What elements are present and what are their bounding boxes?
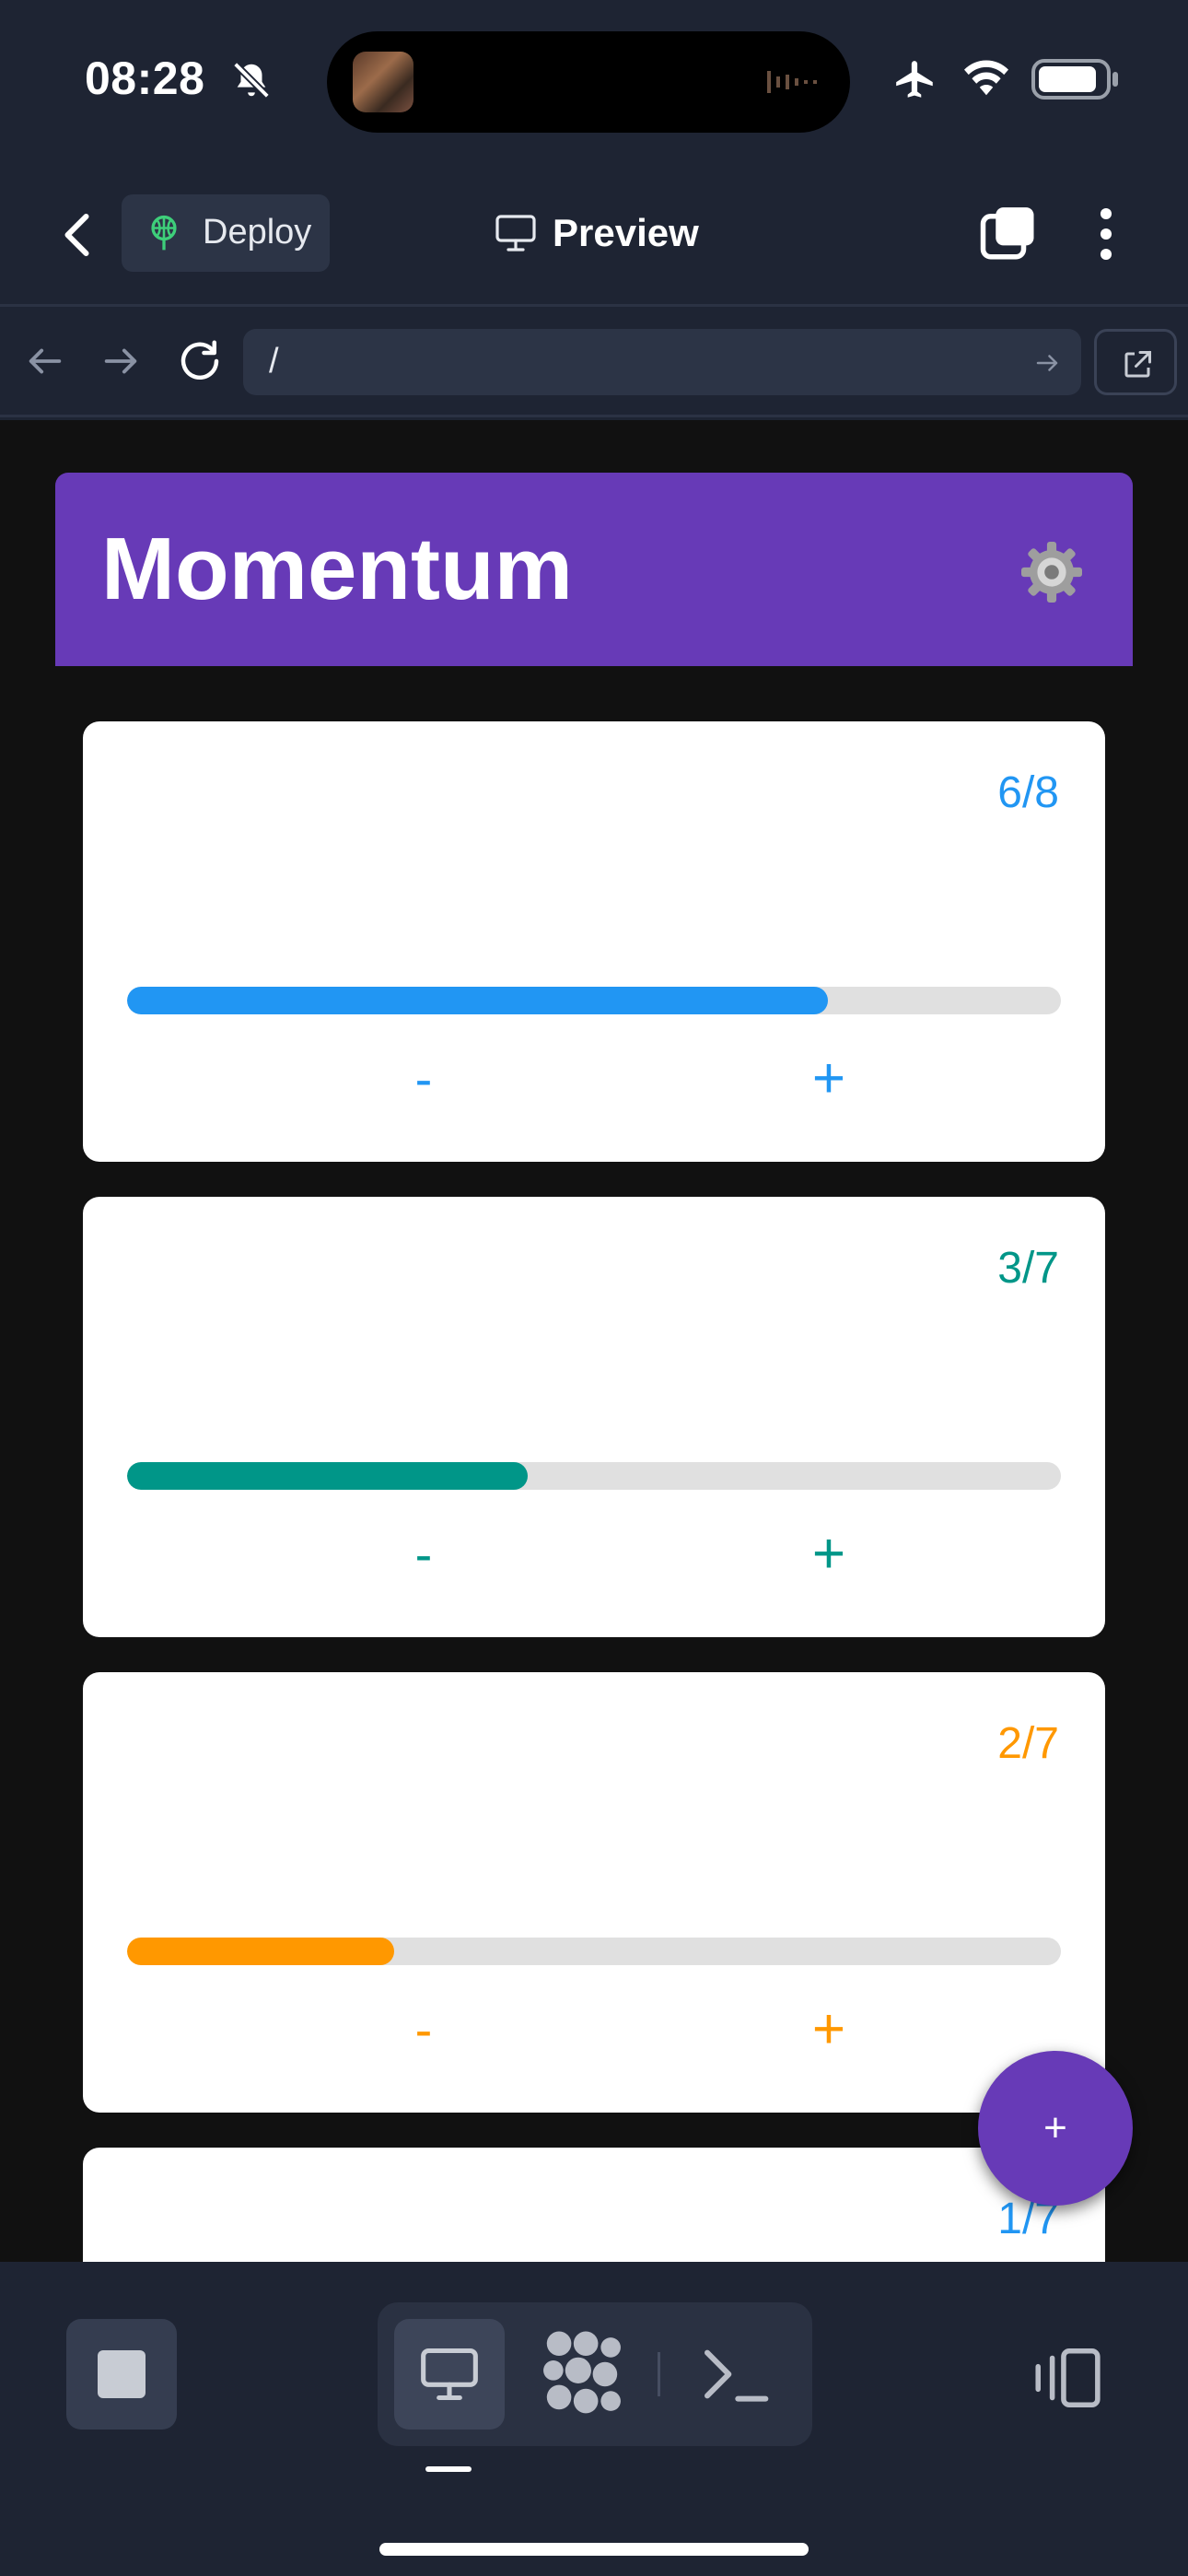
- active-mode-indicator: [425, 2466, 472, 2472]
- airplane-icon: [896, 61, 933, 98]
- increment-button[interactable]: +: [792, 1993, 866, 2067]
- segment-divider: [658, 2352, 660, 2396]
- gear-icon[interactable]: [1019, 539, 1085, 605]
- bottom-bar: [0, 2262, 1188, 2576]
- arrow-left-icon[interactable]: [24, 340, 66, 382]
- url-input[interactable]: /: [243, 329, 1081, 395]
- terminal-icon[interactable]: [698, 2339, 772, 2409]
- habit-card: 1/7 - +: [83, 2148, 1105, 2262]
- stop-icon: [98, 2350, 146, 2398]
- desktop-icon: [421, 2348, 478, 2401]
- home-indicator: [379, 2543, 809, 2556]
- top-toolbar: Deploy Preview: [0, 161, 1188, 307]
- deploy-icon: [151, 215, 177, 251]
- mode-switcher: [378, 2302, 812, 2446]
- decrement-button[interactable]: -: [387, 1517, 460, 1591]
- progress-fill: [127, 987, 828, 1014]
- more-vertical-icon[interactable]: [1083, 204, 1129, 264]
- stop-button[interactable]: [66, 2319, 177, 2430]
- open-external-button[interactable]: [1094, 329, 1177, 395]
- decrement-button[interactable]: -: [387, 1993, 460, 2067]
- progress-count: 2/7: [997, 1719, 1059, 1768]
- go-arrow-icon[interactable]: [1033, 349, 1061, 377]
- arrow-right-icon[interactable]: [99, 340, 142, 382]
- address-bar: /: [0, 307, 1188, 417]
- now-playing-artwork: [353, 52, 413, 112]
- status-bar: 08:28: [0, 0, 1188, 161]
- progress-count: 6/8: [997, 768, 1059, 817]
- progress-bar: [127, 987, 1061, 1014]
- ai-icon[interactable]: [536, 2324, 628, 2424]
- back-chevron-icon[interactable]: [52, 207, 107, 263]
- decrement-button[interactable]: -: [387, 1042, 460, 1116]
- desktop-mode-button[interactable]: [394, 2319, 505, 2430]
- habit-card: 2/7 - +: [83, 1672, 1105, 2113]
- audio-wave-icon: [767, 71, 817, 93]
- deploy-label: Deploy: [203, 213, 312, 252]
- increment-button[interactable]: +: [792, 1517, 866, 1591]
- reload-icon[interactable]: [175, 336, 225, 386]
- app-header: Momentum: [55, 473, 1133, 666]
- habit-card: 3/7 - +: [83, 1197, 1105, 1637]
- tabs-icon[interactable]: [978, 204, 1039, 264]
- external-link-icon: [1124, 351, 1151, 378]
- habit-card: 6/8 - +: [83, 721, 1105, 1162]
- app-title: Momentum: [101, 520, 573, 618]
- dynamic-island[interactable]: [327, 31, 850, 133]
- preview-label: Preview: [553, 211, 699, 254]
- increment-button[interactable]: +: [792, 1042, 866, 1116]
- web-preview: Momentum 6/8 - + 3/7 - + 2/7 - + 1/7 +: [0, 420, 1188, 2262]
- wifi-icon: [964, 60, 1008, 96]
- progress-bar: [127, 1462, 1061, 1490]
- battery-icon: [1031, 59, 1118, 100]
- deploy-button[interactable]: Deploy: [122, 194, 330, 272]
- monitor-icon: [495, 215, 536, 252]
- progress-fill: [127, 1938, 394, 1965]
- bell-slash-icon: [233, 62, 270, 99]
- devices-icon[interactable]: [1030, 2345, 1103, 2411]
- progress-bar: [127, 1938, 1061, 1965]
- progress-count: 3/7: [997, 1244, 1059, 1293]
- status-time: 08:28: [85, 53, 205, 104]
- url-text: /: [269, 342, 279, 381]
- add-habit-button[interactable]: +: [978, 2051, 1133, 2206]
- progress-fill: [127, 1462, 528, 1490]
